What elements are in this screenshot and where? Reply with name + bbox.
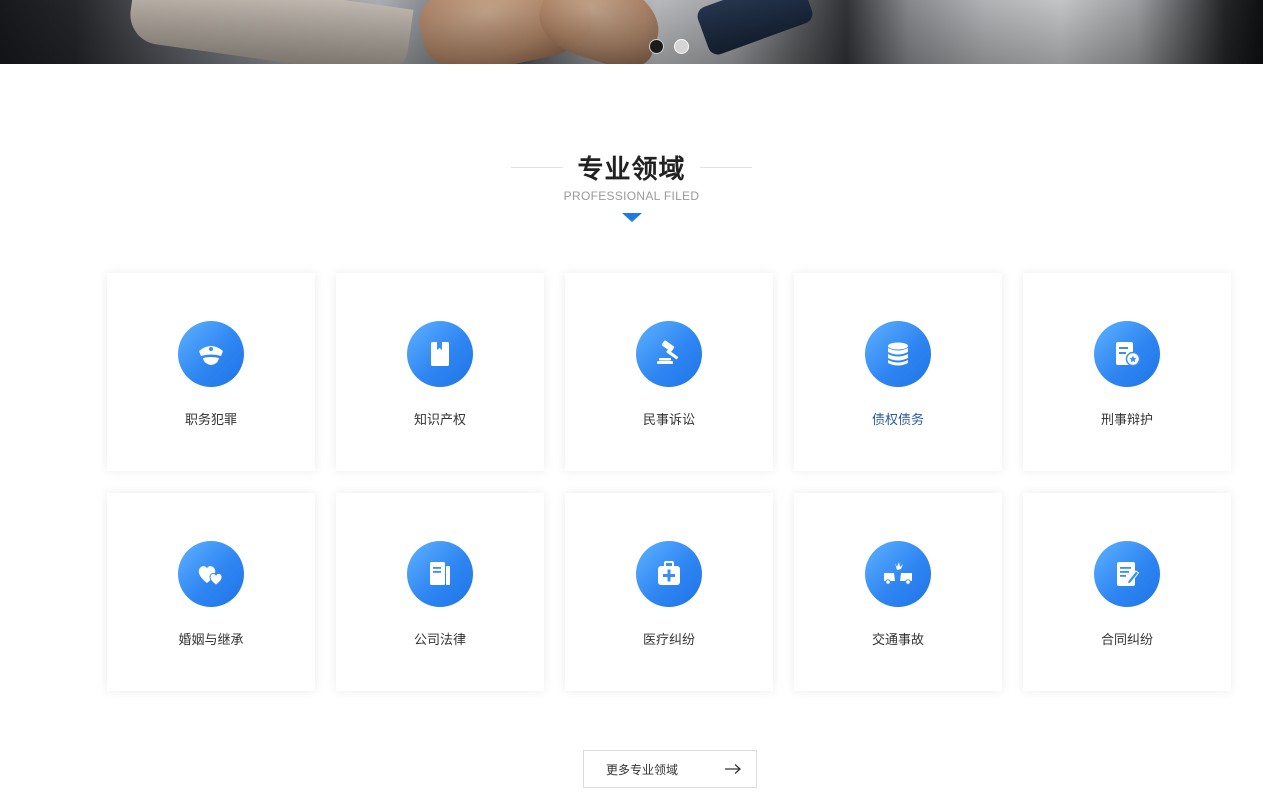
card-label: 刑事辩护 [1100, 413, 1153, 428]
card-label: 婚姻与继承 [178, 633, 244, 648]
card-contract-dispute[interactable]: 合同纠纷 [1023, 493, 1231, 691]
card-marriage-inheritance[interactable]: 婚姻与继承 [107, 493, 315, 691]
card-debt[interactable]: 债权债务 [794, 273, 1002, 471]
card-label: 民事诉讼 [642, 413, 695, 428]
hearts-icon [178, 541, 244, 607]
medical-kit-icon [636, 541, 702, 607]
car-crash-icon [865, 541, 931, 607]
slider-pagination [649, 39, 689, 54]
card-label: 医疗纠纷 [642, 633, 695, 648]
section-title: 专业领域 [577, 154, 686, 185]
arrow-right-icon [724, 763, 742, 775]
section-header: 专业领域 PROFESSIONAL FILED [0, 145, 1263, 222]
practice-area-grid: 职务犯罪 知识产权 民事诉讼 债权债务 刑事辩护 婚姻与继承 公司法律 医疗纠纷… [107, 273, 1233, 691]
more-practice-areas-button[interactable]: 更多专业领域 [583, 750, 757, 788]
hero-banner [0, 0, 1263, 64]
card-label: 职务犯罪 [184, 413, 237, 428]
coin-stack-icon [865, 321, 931, 387]
card-medical-dispute[interactable]: 医疗纠纷 [565, 493, 773, 691]
police-cap-icon [178, 321, 244, 387]
card-intellectual-property[interactable]: 知识产权 [336, 273, 544, 471]
document-badge-icon [1094, 321, 1160, 387]
gavel-icon [636, 321, 702, 387]
card-criminal-defense[interactable]: 刑事辩护 [1023, 273, 1231, 471]
section-subtitle: PROFESSIONAL FILED [563, 189, 700, 203]
title-divider-right [699, 166, 752, 168]
caret-down-icon [621, 213, 642, 222]
title-divider-left [511, 166, 564, 168]
slider-dot-2[interactable] [674, 39, 689, 54]
card-traffic-accident[interactable]: 交通事故 [794, 493, 1002, 691]
card-corporate-law[interactable]: 公司法律 [336, 493, 544, 691]
card-label: 交通事故 [871, 633, 924, 648]
card-label: 公司法律 [413, 633, 466, 648]
card-civil-litigation[interactable]: 民事诉讼 [565, 273, 773, 471]
card-job-crime[interactable]: 职务犯罪 [107, 273, 315, 471]
slider-dot-1[interactable] [649, 39, 664, 54]
documents-icon [407, 541, 473, 607]
more-button-label: 更多专业领域 [606, 762, 679, 777]
card-label: 债权债务 [871, 413, 924, 428]
card-label: 合同纠纷 [1100, 633, 1153, 648]
card-label: 知识产权 [413, 413, 466, 428]
contract-edit-icon [1094, 541, 1160, 607]
book-icon [407, 321, 473, 387]
